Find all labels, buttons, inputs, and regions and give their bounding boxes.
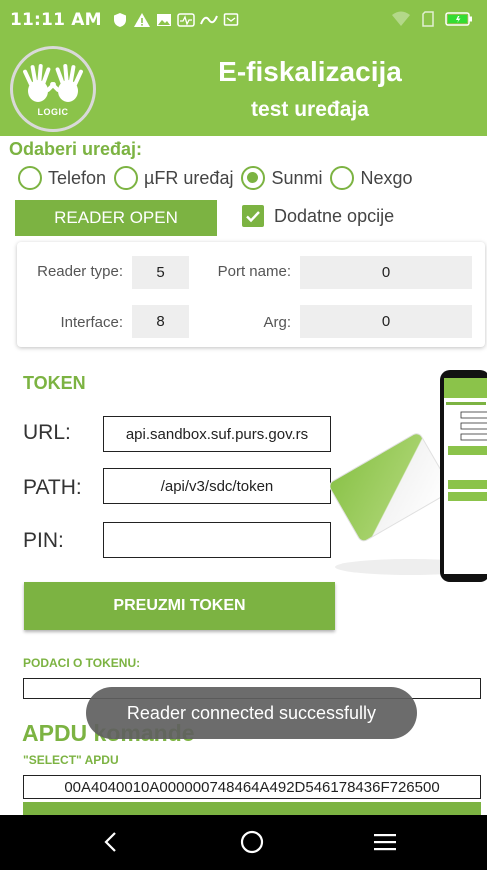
arg-label: Arg: — [263, 314, 291, 331]
home-button[interactable] — [237, 827, 267, 857]
select-apdu-label: "SELECT" APDU — [23, 753, 119, 767]
gids-demo-illustration — [329, 362, 487, 592]
reader-type-field[interactable]: 5 — [132, 256, 189, 289]
preuzmi-token-button[interactable]: PREUZMI TOKEN — [24, 582, 335, 630]
radio-label-ufr: µFR uređaj — [144, 167, 234, 188]
radio-circle[interactable] — [114, 166, 139, 190]
home-icon — [240, 830, 264, 854]
app-subtitle: test uređaja — [251, 98, 369, 121]
sim-icon — [422, 11, 434, 27]
navigation-bar — [0, 815, 487, 870]
interface-field[interactable]: 8 — [132, 305, 189, 338]
checkbox-checked[interactable] — [242, 205, 264, 227]
toast-message: Reader connected successfully — [86, 687, 417, 739]
app-screen: 11:11 AM LOGIC E-fiskalizacija test uređ… — [0, 0, 487, 870]
app-title: E-fiskalizacija — [218, 56, 402, 87]
wifi-icon — [392, 11, 410, 26]
arg-field[interactable]: 0 — [300, 305, 472, 338]
radio-circle-selected[interactable] — [241, 166, 266, 190]
url-label: URL: — [23, 421, 71, 444]
radio-sunmi[interactable]: Sunmi — [241, 166, 322, 190]
message-icon — [223, 13, 238, 26]
logo: LOGIC — [10, 46, 96, 132]
radio-circle[interactable] — [18, 166, 42, 190]
hands-logo-icon — [23, 64, 83, 102]
port-name-field[interactable]: 0 — [300, 256, 472, 289]
menu-icon — [374, 834, 396, 851]
reader-settings-card: Reader type: 5 Port name: 0 Interface: 8… — [17, 242, 485, 347]
radio-telefon[interactable]: Telefon — [18, 166, 106, 190]
path-input[interactable]: /api/v3/sdc/token — [103, 468, 331, 504]
status-time: 11:11 AM — [10, 10, 102, 30]
reader-type-label: Reader type: — [37, 263, 123, 280]
radio-ufr[interactable]: µFR uređaj — [114, 166, 233, 190]
select-apdu-field[interactable]: 00A4040010A000000748464A492D546178436F72… — [23, 775, 481, 799]
interface-label: Interface: — [60, 314, 123, 331]
pulse-icon — [176, 13, 195, 27]
status-bar: 11:11 AM — [0, 0, 487, 40]
token-title: TOKEN — [23, 373, 86, 393]
shield-icon — [113, 13, 126, 27]
system-icons — [391, 10, 473, 28]
app-header: LOGIC E-fiskalizacija test uređaja — [0, 40, 487, 136]
notification-icons — [112, 12, 239, 28]
back-icon — [104, 832, 116, 852]
radio-label-nexgo: Nexgo — [360, 167, 413, 188]
reader-open-button[interactable]: READER OPEN — [15, 200, 217, 236]
radio-label-telefon: Telefon — [48, 167, 107, 188]
warning-icon — [133, 13, 150, 27]
device-select-label: Odaberi uređaj: — [9, 139, 143, 159]
device-radio-group: Telefon µFR uređaj Sunmi Nexgo — [18, 166, 421, 190]
radio-label-sunmi: Sunmi — [271, 167, 323, 188]
card-phone-illustration — [329, 370, 487, 582]
token-data-label: PODACI O TOKENU: — [23, 656, 141, 670]
radio-nexgo[interactable]: Nexgo — [330, 166, 413, 190]
image-icon — [156, 14, 171, 26]
pin-input[interactable] — [103, 522, 331, 558]
pin-label: PIN: — [23, 529, 64, 552]
path-label: PATH: — [23, 476, 82, 499]
url-input[interactable]: api.sandbox.suf.purs.gov.rs — [103, 416, 331, 452]
battery-icon — [445, 12, 472, 26]
menu-button[interactable] — [370, 827, 400, 857]
port-name-label: Port name: — [217, 263, 291, 280]
wave-icon — [199, 15, 218, 25]
check-icon — [246, 211, 260, 223]
logo-text: LOGIC — [37, 107, 69, 117]
extra-options-label: Dodatne opcije — [274, 205, 395, 226]
extra-options-checkbox[interactable]: Dodatne opcije — [242, 205, 394, 227]
radio-circle[interactable] — [330, 166, 355, 190]
back-button[interactable] — [96, 827, 126, 857]
